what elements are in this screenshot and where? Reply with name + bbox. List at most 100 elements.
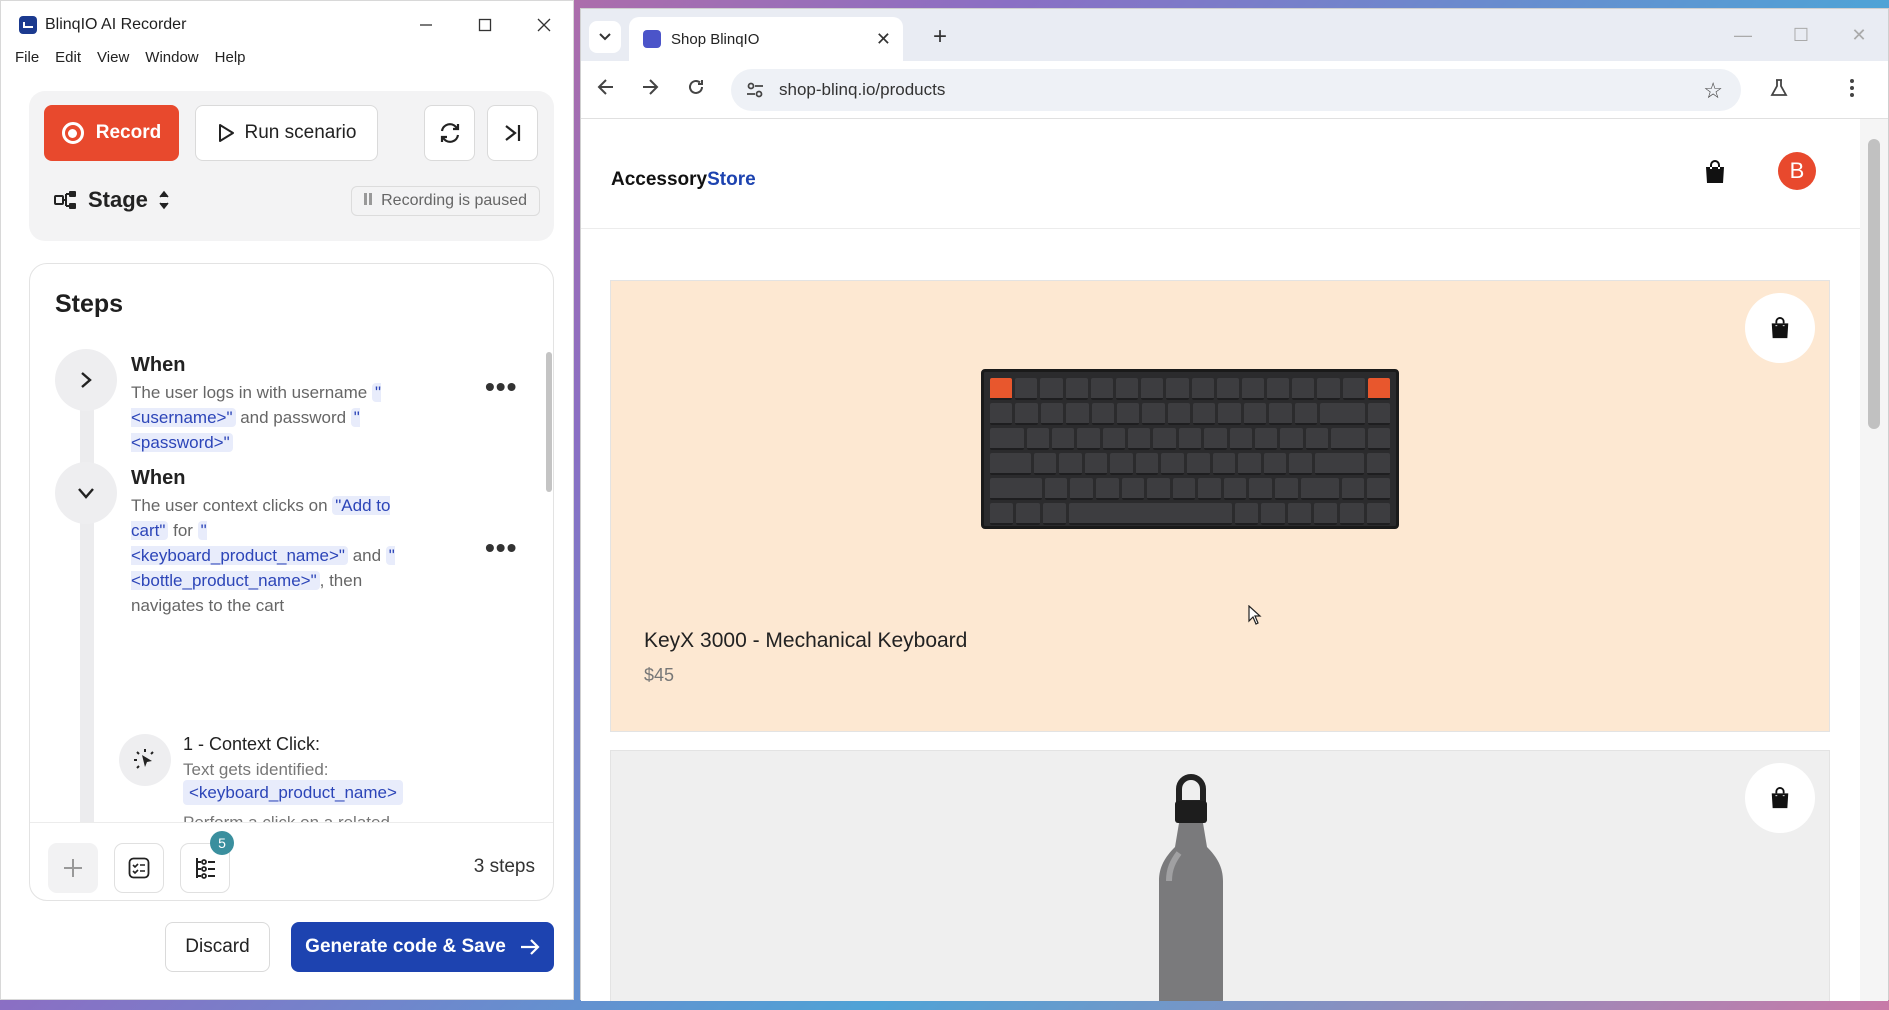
app-titlebar: BlinqIO AI Recorder — [1, 1, 573, 49]
labs-icon[interactable] — [1769, 78, 1789, 104]
address-bar: shop-blinq.io/products ☆ — [581, 61, 1888, 119]
steps-scrollbar[interactable] — [546, 352, 552, 492]
menu-view[interactable]: View — [97, 49, 129, 69]
bookmark-star-icon[interactable]: ☆ — [1703, 78, 1723, 104]
timeline-line — [80, 374, 94, 822]
site-settings-icon[interactable] — [745, 80, 765, 100]
list-icon — [196, 858, 215, 879]
step-text-part: and password — [235, 408, 351, 427]
run-scenario-button[interactable]: Run scenario — [195, 105, 378, 161]
step-text-part: The user context clicks on — [131, 496, 333, 515]
checklist-icon — [128, 857, 150, 879]
forward-icon[interactable] — [641, 78, 659, 102]
step-text-part: and — [347, 546, 386, 565]
arrow-right-icon — [520, 939, 540, 955]
menu-file[interactable]: File — [15, 49, 39, 69]
menu-edit[interactable]: Edit — [55, 49, 81, 69]
skip-icon — [504, 125, 520, 141]
page-scrollbar[interactable] — [1860, 119, 1888, 1001]
mouse-cursor-icon — [1248, 605, 1262, 625]
chevron-right-icon — [81, 372, 92, 388]
steps-count: 3 steps — [473, 856, 535, 877]
page-scrollbar-thumb[interactable] — [1868, 139, 1880, 429]
site-header: AccessoryStore B — [581, 119, 1860, 229]
expand-step-button[interactable] — [55, 349, 117, 411]
add-to-cart-button[interactable] — [1745, 293, 1815, 363]
record-label: Record — [95, 122, 162, 143]
tab-strip: Shop BlinqIO ✕ + — ☐ ✕ — [581, 9, 1888, 61]
product-card[interactable] — [610, 750, 1830, 1001]
steps-footer: 5 3 steps — [30, 822, 553, 900]
back-icon[interactable] — [597, 78, 615, 102]
run-scenario-label: Run scenario — [244, 122, 357, 143]
discard-button[interactable]: Discard — [165, 922, 270, 972]
menu-help[interactable]: Help — [215, 49, 246, 69]
steps-list[interactable]: When The user logs in with username "<us… — [30, 344, 553, 822]
stage-selector[interactable]: Stage — [54, 187, 170, 213]
shopping-bag-icon[interactable] — [1703, 159, 1727, 185]
notification-badge: 5 — [210, 831, 234, 855]
step-text: The user logs in with username "<usernam… — [131, 380, 421, 455]
maximize-icon[interactable] — [455, 1, 514, 49]
tab-shop[interactable]: Shop BlinqIO ✕ — [629, 17, 903, 61]
play-icon — [218, 124, 234, 142]
substep-param[interactable]: <keyboard_product_name> — [183, 780, 403, 805]
user-avatar[interactable]: B — [1778, 152, 1816, 190]
page-viewport: AccessoryStore B KeyX 3000 - Mechanical … — [581, 119, 1860, 1001]
recorder-window: BlinqIO AI Recorder File Edit View Windo… — [0, 0, 574, 1000]
minimize-icon[interactable]: — — [1714, 9, 1772, 61]
record-button[interactable]: Record — [44, 105, 179, 161]
plus-icon — [64, 859, 82, 877]
recording-status-text: Recording is paused — [381, 192, 527, 209]
minimize-icon[interactable] — [396, 1, 455, 49]
product-card[interactable]: KeyX 3000 - Mechanical Keyboard $45 — [610, 280, 1830, 732]
refresh-button[interactable] — [424, 105, 475, 161]
step-text: The user context clicks on "Add to cart"… — [131, 493, 421, 618]
browser-window: Shop BlinqIO ✕ + — ☐ ✕ shop-blinq.io/pro… — [580, 8, 1889, 1001]
tab-title: Shop BlinqIO — [671, 30, 760, 48]
pause-icon — [364, 192, 374, 210]
step-keyword: When — [131, 467, 186, 489]
logo-accessory: Accessory — [611, 169, 708, 190]
menu-bar: File Edit View Window Help — [1, 49, 573, 69]
close-tab-icon[interactable]: ✕ — [876, 29, 891, 50]
keyboard-product-image — [981, 369, 1399, 529]
close-icon[interactable]: ✕ — [1830, 9, 1888, 61]
tab-favicon-icon — [643, 30, 661, 48]
menu-kebab-icon[interactable] — [1849, 78, 1855, 104]
stage-label: Stage — [88, 187, 148, 212]
substep-line: Perform a click on a related element: — [183, 810, 433, 822]
checklist-button[interactable] — [114, 843, 164, 893]
collapse-step-button[interactable] — [55, 462, 117, 524]
step-text-part: The user logs in with username — [131, 383, 372, 402]
chevron-down-icon — [78, 488, 94, 499]
recording-status-badge: Recording is paused — [351, 186, 540, 216]
reload-icon[interactable] — [687, 78, 705, 102]
shopping-bag-icon — [1771, 317, 1789, 339]
skip-button[interactable] — [487, 105, 538, 161]
refresh-icon — [440, 123, 459, 143]
bottle-product-image — [1159, 774, 1223, 1001]
step-keyword: When — [131, 354, 186, 376]
close-icon[interactable] — [514, 1, 573, 49]
logo-store: Store — [707, 169, 756, 190]
url-field[interactable]: shop-blinq.io/products ☆ — [731, 69, 1741, 111]
shopping-bag-icon — [1771, 787, 1789, 809]
substep-line: Text gets identified: — [183, 760, 329, 779]
tab-search-button[interactable] — [589, 21, 621, 53]
maximize-icon[interactable]: ☐ — [1772, 9, 1830, 61]
add-step-button[interactable] — [48, 843, 98, 893]
context-click-icon — [119, 734, 171, 786]
add-to-cart-button[interactable] — [1745, 763, 1815, 833]
app-logo-icon — [19, 16, 37, 34]
substep-title: 1 - Context Click: — [183, 734, 321, 754]
new-tab-icon[interactable]: + — [933, 23, 947, 51]
product-name[interactable]: KeyX 3000 - Mechanical Keyboard — [644, 629, 967, 653]
site-logo[interactable]: AccessoryStore — [611, 169, 756, 191]
menu-window[interactable]: Window — [145, 49, 198, 69]
step-more-options-icon[interactable]: ••• — [485, 371, 517, 403]
product-price: $45 — [644, 665, 675, 685]
step-more-options-icon[interactable]: ••• — [485, 532, 517, 564]
substep-param-row: <keyboard_product_name> — [183, 780, 433, 805]
generate-save-button[interactable]: Generate code & Save — [291, 922, 554, 972]
